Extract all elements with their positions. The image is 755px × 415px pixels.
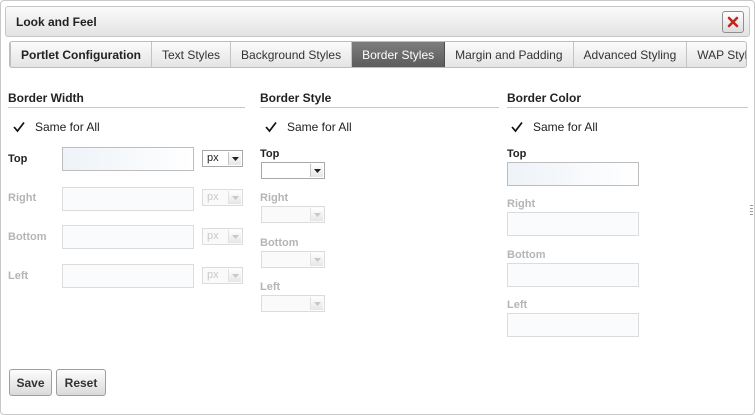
border-width-same-checkbox[interactable]	[11, 119, 27, 135]
border-width-top-input[interactable]	[62, 147, 194, 171]
border-width-top-unit-select[interactable]: px	[202, 150, 243, 167]
dropdown-arrow-icon	[310, 297, 323, 310]
border-width-bottom-label: Bottom	[8, 231, 47, 243]
border-width-same-label: Same for All	[35, 120, 100, 134]
dropdown-arrow-icon	[310, 208, 323, 221]
border-color-left-label: Left	[507, 299, 528, 311]
border-width-top-label: Top	[8, 153, 28, 165]
border-color-top-input[interactable]	[507, 162, 639, 186]
border-style-left-select[interactable]	[261, 295, 325, 312]
border-style-same-label: Same for All	[287, 120, 352, 134]
checkmark-icon	[265, 121, 277, 133]
dropdown-arrow-icon	[228, 191, 241, 204]
tab-margin-and-padding[interactable]: Margin and Padding	[445, 42, 574, 67]
border-color-same-for-all[interactable]: Same for All	[509, 119, 598, 135]
border-color-bottom-label: Bottom	[507, 249, 546, 261]
border-color-right-input[interactable]	[507, 212, 639, 236]
border-width-bottom-unit-select[interactable]: px	[202, 228, 243, 245]
border-width-left-unit-value: px	[207, 269, 219, 281]
border-style-heading: Border Style	[260, 91, 499, 108]
close-button[interactable]	[722, 11, 744, 33]
border-color-right-label: Right	[507, 198, 536, 210]
tab-bar: Portlet Configuration Text Styles Backgr…	[9, 41, 747, 68]
border-color-left-input[interactable]	[507, 313, 639, 337]
border-style-top-select[interactable]	[261, 162, 325, 179]
close-icon	[727, 16, 739, 28]
checkmark-icon	[13, 121, 25, 133]
border-width-right-label: Right	[8, 192, 37, 204]
border-style-left-label: Left	[260, 281, 281, 293]
tab-background-styles[interactable]: Background Styles	[231, 42, 353, 67]
border-width-left-unit-select[interactable]: px	[202, 267, 243, 284]
border-width-right-unit-value: px	[207, 191, 219, 203]
tab-border-styles[interactable]: Border Styles	[352, 42, 446, 67]
dropdown-arrow-icon	[310, 164, 323, 177]
border-width-left-input[interactable]	[62, 264, 194, 288]
border-style-same-checkbox[interactable]	[263, 119, 279, 135]
border-width-bottom-unit-value: px	[207, 230, 219, 242]
border-color-section: Border Color	[507, 91, 748, 108]
dialog-titlebar[interactable]: Look and Feel	[5, 6, 750, 37]
resize-grip-icon[interactable]	[373, 410, 383, 414]
border-color-top-label: Top	[507, 148, 527, 160]
border-width-left-label: Left	[8, 270, 29, 282]
border-style-bottom-select[interactable]	[261, 251, 325, 268]
tab-text-styles[interactable]: Text Styles	[152, 42, 232, 67]
border-color-bottom-input[interactable]	[507, 263, 639, 287]
border-style-section: Border Style	[260, 91, 499, 108]
border-width-top-unit-value: px	[207, 152, 219, 164]
save-button[interactable]: Save	[9, 369, 52, 396]
reset-button[interactable]: Reset	[56, 369, 106, 396]
dropdown-arrow-icon	[228, 269, 241, 282]
checkmark-icon	[511, 121, 523, 133]
tab-wap-styling[interactable]: WAP Styling	[687, 42, 746, 67]
border-width-section: Border Width	[8, 91, 245, 108]
look-and-feel-dialog: Look and Feel Portlet Configuration Text…	[0, 0, 755, 415]
dropdown-arrow-icon	[310, 253, 323, 266]
border-color-same-label: Same for All	[533, 120, 598, 134]
border-style-right-label: Right	[260, 192, 289, 204]
border-style-same-for-all[interactable]: Same for All	[263, 119, 352, 135]
border-style-bottom-label: Bottom	[260, 237, 299, 249]
border-width-heading: Border Width	[8, 91, 245, 108]
border-color-same-checkbox[interactable]	[509, 119, 525, 135]
resize-grip-icon[interactable]	[750, 204, 754, 218]
border-style-top-label: Top	[260, 148, 280, 160]
dropdown-arrow-icon	[228, 152, 241, 165]
border-style-right-select[interactable]	[261, 206, 325, 223]
border-width-same-for-all[interactable]: Same for All	[11, 119, 100, 135]
border-width-right-unit-select[interactable]: px	[202, 189, 243, 206]
border-width-bottom-input[interactable]	[62, 225, 194, 249]
border-width-right-input[interactable]	[62, 187, 194, 211]
border-color-heading: Border Color	[507, 91, 748, 108]
dialog-title: Look and Feel	[16, 15, 97, 29]
tab-advanced-styling[interactable]: Advanced Styling	[574, 42, 688, 67]
dropdown-arrow-icon	[228, 230, 241, 243]
tab-portlet-configuration[interactable]: Portlet Configuration	[11, 42, 152, 67]
